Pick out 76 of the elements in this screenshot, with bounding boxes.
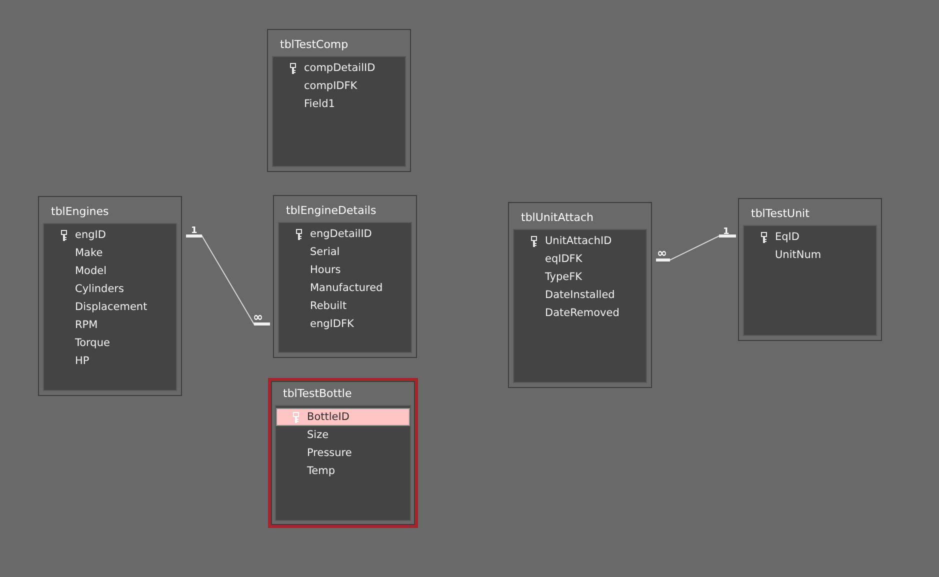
many-end-bar	[656, 258, 670, 262]
field-row[interactable]: DateRemoved	[514, 304, 646, 322]
field-row[interactable]: compDetailID	[273, 59, 405, 77]
field-row[interactable]: HP	[44, 352, 176, 370]
table-title: tblTestComp	[279, 37, 350, 53]
field-row[interactable]: UnitNum	[744, 246, 876, 264]
field-name: eqIDFK	[545, 253, 582, 265]
table-window[interactable]: tblTestComp compDetailID compIDFK Field1	[267, 29, 411, 172]
field-name: Torque	[75, 337, 110, 349]
field-row[interactable]: engID	[44, 226, 176, 244]
field-row[interactable]: EqID	[744, 228, 876, 246]
one-end-bar	[186, 234, 202, 238]
table-window[interactable]: tblEngines engID Make Model Cylinders Displacement RPM Torque HP	[38, 196, 182, 396]
one-end-bar	[719, 234, 736, 238]
field-row[interactable]: Cylinders	[44, 280, 176, 298]
field-row[interactable]: DateInstalled	[514, 286, 646, 304]
field-name: Rebuilt	[310, 300, 347, 312]
field-row[interactable]: Temp	[276, 462, 410, 480]
table-title: tblTestBottle	[282, 386, 353, 402]
many-label: ∞	[657, 248, 667, 258]
one-label: 1	[191, 226, 198, 236]
field-name: Hours	[310, 264, 341, 276]
field-name: Serial	[310, 246, 340, 258]
table-title: tblTestUnit	[750, 206, 810, 222]
field-row[interactable]: eqIDFK	[514, 250, 646, 268]
field-name: engID	[75, 229, 106, 241]
field-row[interactable]: Rebuilt	[279, 297, 411, 315]
field-name: Cylinders	[75, 283, 124, 295]
field-name: Size	[307, 429, 329, 441]
field-row[interactable]: RPM	[44, 316, 176, 334]
field-name: Pressure	[307, 447, 352, 459]
field-name: compIDFK	[304, 80, 358, 92]
field-name: EqID	[775, 231, 800, 243]
field-name: HP	[75, 355, 90, 367]
field-row[interactable]: Make	[44, 244, 176, 262]
one-label: 1	[723, 227, 730, 237]
table-window[interactable]: tblUnitAttach UnitAttachID eqIDFK TypeFK DateInstalled DateRemoved	[508, 202, 652, 388]
field-row[interactable]: engIDFK	[279, 315, 411, 333]
field-name: DateInstalled	[545, 289, 615, 301]
table-title: tblEngines	[50, 204, 110, 220]
field-row[interactable]: Hours	[279, 261, 411, 279]
field-name: Displacement	[75, 301, 148, 313]
table-title: tblUnitAttach	[520, 210, 594, 226]
field-name: UnitAttachID	[545, 235, 612, 247]
field-name: BottleID	[307, 411, 350, 423]
field-name: UnitNum	[775, 249, 822, 261]
field-name: Model	[75, 265, 107, 277]
table-window[interactable]: tblTestUnit EqID UnitNum	[738, 198, 882, 341]
field-row[interactable]: Pressure	[276, 444, 410, 462]
field-name: TypeFK	[545, 271, 582, 283]
field-row[interactable]: BottleID	[276, 408, 410, 426]
field-row[interactable]: Displacement	[44, 298, 176, 316]
field-name: DateRemoved	[545, 307, 620, 319]
field-name: Field1	[304, 98, 335, 110]
field-row[interactable]: engDetailID	[279, 225, 411, 243]
many-label: ∞	[253, 312, 263, 322]
table-window[interactable]: tblTestBottle BottleID Size Pressure Temp	[268, 378, 418, 528]
field-name: Manufactured	[310, 282, 383, 294]
table-title: tblEngineDetails	[285, 203, 378, 219]
field-row[interactable]: compIDFK	[273, 77, 405, 95]
field-row[interactable]: Torque	[44, 334, 176, 352]
field-name: Temp	[307, 465, 335, 477]
field-row[interactable]: UnitAttachID	[514, 232, 646, 250]
field-row[interactable]: Manufactured	[279, 279, 411, 297]
many-end-bar	[254, 322, 270, 326]
field-row[interactable]: Model	[44, 262, 176, 280]
field-name: RPM	[75, 319, 98, 331]
table-window[interactable]: tblEngineDetails engDetailID Serial Hours Manufactured Rebuilt engIDFK	[273, 195, 417, 358]
field-row[interactable]: TypeFK	[514, 268, 646, 286]
field-name: engDetailID	[310, 228, 372, 240]
field-name: Make	[75, 247, 103, 259]
field-name: engIDFK	[310, 318, 354, 330]
field-row[interactable]: Size	[276, 426, 410, 444]
field-row[interactable]: Field1	[273, 95, 405, 113]
field-row[interactable]: Serial	[279, 243, 411, 261]
field-name: compDetailID	[304, 62, 376, 74]
